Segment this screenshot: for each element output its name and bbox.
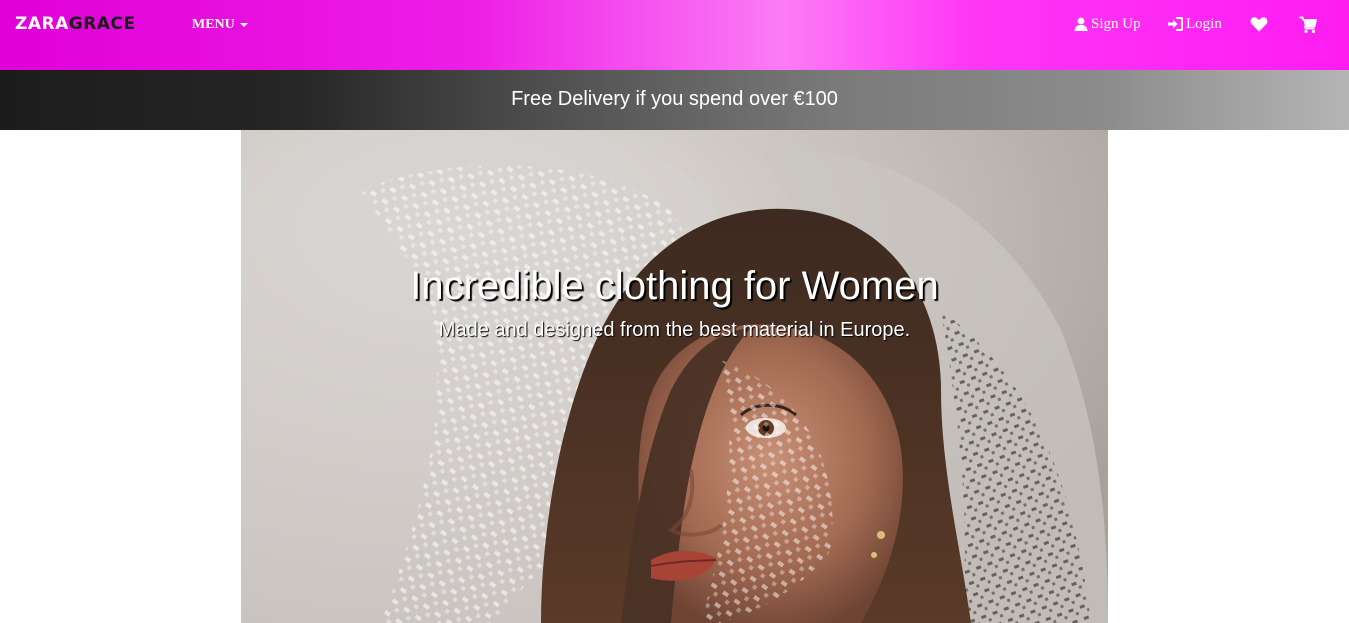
top-navbar: ZARAGRACE MENU Sign Up Login (0, 0, 1349, 70)
signup-label: Sign Up (1091, 16, 1141, 32)
hero-subtitle: Made and designed from the best material… (438, 319, 911, 341)
user-icon (1074, 17, 1088, 31)
login-icon (1168, 17, 1183, 31)
brand-logo-part1: ZARA (15, 14, 69, 34)
menu-label: MENU (192, 17, 235, 32)
brand-logo-part2: GRACE (68, 14, 136, 34)
cart-button[interactable] (1299, 16, 1317, 34)
hero-banner[interactable]: Incredible clothing for Women Made and d… (241, 130, 1108, 623)
caret-down-icon (239, 22, 248, 27)
free-delivery-banner: Free Delivery if you spend over €100 (0, 70, 1349, 130)
menu-dropdown-toggle[interactable]: MENU (192, 16, 248, 33)
hero-image (241, 130, 1108, 623)
cart-icon (1299, 16, 1317, 34)
promo-text: Free Delivery if you spend over €100 (511, 88, 838, 110)
brand-logo[interactable]: ZARAGRACE (15, 14, 136, 34)
hero-title: Incredible clothing for Women (410, 264, 939, 308)
login-link[interactable]: Login (1168, 15, 1222, 33)
signup-link[interactable]: Sign Up (1074, 15, 1141, 33)
wishlist-button[interactable] (1250, 16, 1268, 32)
login-label: Login (1186, 16, 1222, 32)
heart-icon (1250, 16, 1268, 32)
